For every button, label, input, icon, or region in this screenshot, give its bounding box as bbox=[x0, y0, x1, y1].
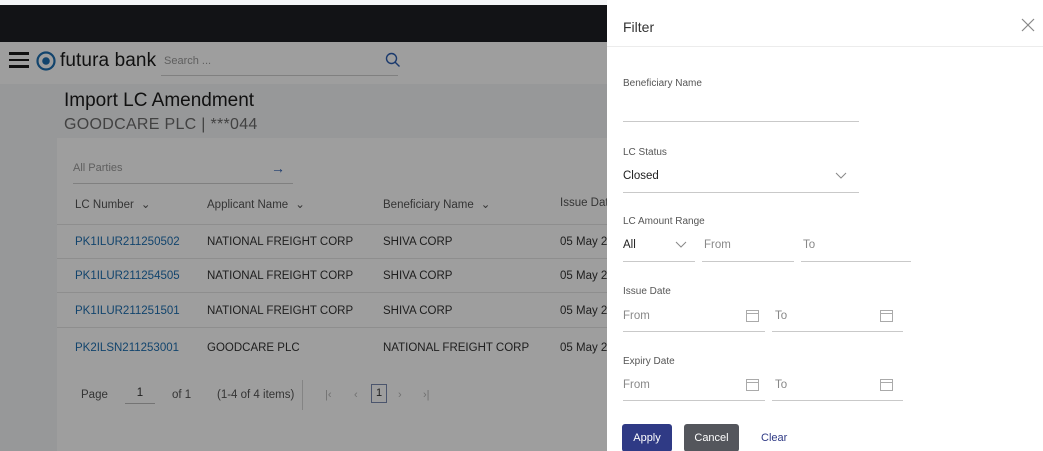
expiry-date-label: Expiry Date bbox=[623, 356, 675, 367]
field-underline bbox=[623, 261, 695, 262]
beneficiary-name-input[interactable] bbox=[623, 100, 859, 120]
amount-range-label: LC Amount Range bbox=[623, 216, 705, 227]
calendar-icon[interactable] bbox=[746, 378, 759, 391]
lc-status-label: LC Status bbox=[623, 147, 667, 158]
amount-to-input[interactable]: To bbox=[803, 239, 815, 251]
field-underline bbox=[623, 192, 859, 193]
calendar-icon[interactable] bbox=[746, 309, 759, 322]
filter-title: Filter bbox=[623, 19, 655, 35]
apply-button[interactable]: Apply bbox=[622, 424, 672, 451]
beneficiary-name-label: Beneficiary Name bbox=[623, 78, 702, 89]
field-underline bbox=[772, 400, 903, 401]
chevron-down-icon[interactable] bbox=[835, 172, 847, 180]
issue-date-label: Issue Date bbox=[623, 286, 671, 297]
currency-select[interactable]: All bbox=[623, 239, 636, 251]
issue-date-to-input[interactable]: To bbox=[775, 310, 787, 322]
divider bbox=[607, 46, 1043, 47]
amount-from-input[interactable]: From bbox=[704, 239, 731, 251]
field-underline bbox=[623, 400, 765, 401]
expiry-date-from-input[interactable]: From bbox=[623, 379, 650, 391]
field-underline bbox=[623, 121, 859, 122]
filter-drawer: Filter Beneficiary Name LC Status Closed… bbox=[607, 0, 1043, 451]
clear-link[interactable]: Clear bbox=[761, 424, 787, 451]
field-underline bbox=[772, 331, 903, 332]
field-underline bbox=[623, 331, 765, 332]
close-icon[interactable] bbox=[1019, 16, 1037, 34]
modal-overlay[interactable] bbox=[0, 5, 607, 451]
lc-status-select[interactable]: Closed bbox=[623, 170, 659, 182]
cancel-button[interactable]: Cancel bbox=[684, 424, 739, 451]
chevron-down-icon[interactable] bbox=[675, 241, 687, 249]
field-underline bbox=[801, 261, 911, 262]
field-underline bbox=[702, 261, 794, 262]
calendar-icon[interactable] bbox=[880, 378, 893, 391]
issue-date-from-input[interactable]: From bbox=[623, 310, 650, 322]
calendar-icon[interactable] bbox=[880, 309, 893, 322]
expiry-date-to-input[interactable]: To bbox=[775, 379, 787, 391]
